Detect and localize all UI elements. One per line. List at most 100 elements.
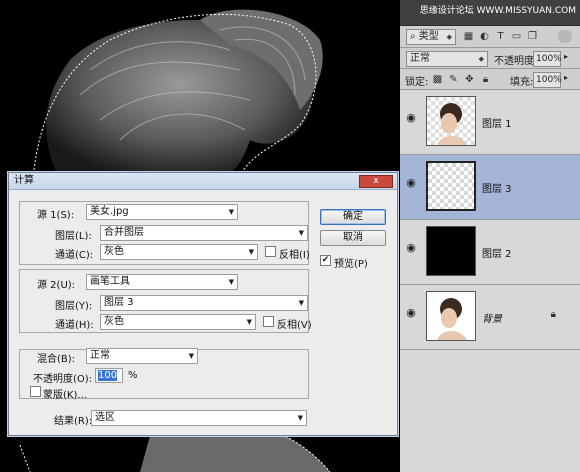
lock-pixels-icon[interactable]: ✎ bbox=[447, 73, 460, 86]
fill-label: 填充: bbox=[510, 77, 534, 88]
source2-select[interactable]: 画笔工具 ▼ bbox=[86, 274, 238, 290]
layer-filter-bar: ⌕ 类型 ◆ ▦ ◐ T ▭ ❐ bbox=[400, 26, 580, 48]
lock-all-icon[interactable]: 🔒︎ bbox=[479, 73, 492, 86]
source2-layer-label: 图层(Y): bbox=[55, 301, 93, 312]
source1-select[interactable]: 美女.jpg ▼ bbox=[86, 204, 238, 220]
chevron-down-icon: ▼ bbox=[297, 414, 303, 422]
layer-row[interactable]: ◉ 图层 1 bbox=[400, 90, 580, 155]
filter-toggle-icon[interactable] bbox=[558, 30, 572, 43]
layer-thumbnail bbox=[426, 291, 476, 341]
blending-select[interactable]: 正常 ▼ bbox=[86, 348, 198, 364]
source1-group: 源 1(S): 美女.jpg ▼ 图层(L): 合并图层 ▼ 通道(C): 灰色 ▼ … bbox=[19, 201, 310, 265]
source2-layer-select[interactable]: 图层 3 ▼ bbox=[100, 295, 308, 311]
result-select[interactable]: 选区 ▼ bbox=[91, 410, 307, 426]
source2-value: 画笔工具 bbox=[90, 276, 130, 287]
source1-channel-select[interactable]: 灰色 ▼ bbox=[100, 244, 258, 260]
search-icon: ⌕ bbox=[410, 31, 419, 42]
source1-layer-label: 图层(L): bbox=[55, 231, 92, 242]
opacity-input[interactable]: 100 bbox=[95, 368, 123, 383]
blending-label: 混合(B): bbox=[37, 354, 76, 365]
blend-mode-value: 正常 bbox=[410, 53, 430, 64]
preview-checkbox[interactable]: ✔ bbox=[320, 255, 331, 266]
source1-layer-select[interactable]: 合并图层 ▼ bbox=[100, 225, 308, 241]
layers-empty-area bbox=[400, 350, 580, 472]
smart-object-filter-icon[interactable]: ❐ bbox=[526, 30, 539, 43]
source1-invert-label: 反相(I) bbox=[279, 250, 310, 261]
opacity-label: 不透明度(O): bbox=[33, 374, 93, 385]
ok-button[interactable]: 确定 bbox=[320, 209, 386, 225]
mask-checkbox[interactable] bbox=[30, 386, 41, 397]
cancel-button[interactable]: 取消 bbox=[320, 230, 386, 246]
dialog-title: 计算 bbox=[14, 175, 34, 186]
layer-name[interactable]: 图层 1 bbox=[482, 115, 512, 130]
opacity-label: 不透明度: bbox=[494, 56, 538, 67]
chevron-down-icon: ◆ bbox=[446, 33, 452, 41]
shape-filter-icon[interactable]: ▭ bbox=[510, 30, 523, 43]
lock-transparency-icon[interactable]: ▩ bbox=[431, 73, 444, 86]
preview-label: 预览(P) bbox=[334, 259, 368, 270]
chevron-down-icon: ▼ bbox=[246, 318, 252, 326]
lock-icon: 🔒︎ bbox=[550, 309, 556, 320]
blending-group: 混合(B): 正常 ▼ 不透明度(O): 100 % 蒙版(K)... bbox=[19, 348, 309, 401]
blend-mode-select[interactable]: 正常 ◆ bbox=[406, 51, 488, 67]
close-icon: x bbox=[373, 176, 379, 186]
watermark-text: 思缘设计论坛 WWW.MISSYUAN.COM bbox=[419, 6, 576, 16]
filter-kind-select[interactable]: ⌕ 类型 ◆ bbox=[406, 29, 456, 45]
result-label: 结果(R): bbox=[54, 416, 93, 427]
opacity-unit: % bbox=[128, 370, 138, 381]
fill-input[interactable]: 100% bbox=[533, 72, 562, 88]
source2-channel-label: 通道(H): bbox=[55, 320, 94, 331]
layer-row-background[interactable]: ◉ 背景 🔒︎ bbox=[400, 285, 580, 350]
opacity-input[interactable]: 100% bbox=[533, 51, 562, 67]
chevron-down-icon: ▼ bbox=[298, 299, 304, 307]
chevron-down-icon: ▼ bbox=[298, 229, 304, 237]
blend-opacity-bar: 正常 ◆ 不透明度: 100% ▸ bbox=[400, 48, 580, 69]
layer-thumbnail bbox=[426, 96, 476, 146]
mask-label[interactable]: 蒙版(K)... bbox=[43, 386, 87, 401]
eye-icon[interactable]: ◉ bbox=[404, 307, 418, 319]
chevron-down-icon: ▼ bbox=[228, 278, 234, 286]
source2-invert-checkbox[interactable] bbox=[263, 316, 274, 327]
chevron-down-icon: ▼ bbox=[188, 352, 194, 360]
fill-arrow-icon[interactable]: ▸ bbox=[564, 73, 568, 82]
layer-row[interactable]: ◉ 图层 2 bbox=[400, 220, 580, 285]
blending-value: 正常 bbox=[90, 350, 110, 361]
layer-thumbnail bbox=[426, 161, 476, 211]
type-filter-icon[interactable]: T bbox=[494, 30, 507, 43]
source2-label: 源 2(U): bbox=[37, 280, 76, 291]
dialog-titlebar[interactable]: 计算 x bbox=[9, 173, 397, 190]
source2-invert-label: 反相(V) bbox=[277, 320, 312, 331]
layer-name[interactable]: 图层 3 bbox=[482, 180, 512, 195]
eye-icon[interactable]: ◉ bbox=[404, 177, 418, 189]
layer-thumbnail bbox=[426, 226, 476, 276]
lock-label: 锁定: bbox=[405, 77, 429, 88]
opacity-value: 100 bbox=[98, 370, 118, 381]
source1-invert-checkbox[interactable] bbox=[265, 246, 276, 257]
source1-channel-value: 灰色 bbox=[104, 246, 124, 257]
source1-label: 源 1(S): bbox=[37, 210, 75, 221]
calculations-dialog: 计算 x 源 1(S): 美女.jpg ▼ 图层(L): 合并图层 ▼ 通道(C):… bbox=[8, 172, 398, 436]
pixel-filter-icon[interactable]: ▦ bbox=[462, 30, 475, 43]
source1-value: 美女.jpg bbox=[90, 206, 129, 217]
result-value: 选区 bbox=[95, 412, 115, 423]
chevron-down-icon: ▼ bbox=[248, 248, 254, 256]
close-button[interactable]: x bbox=[359, 175, 393, 188]
eye-icon[interactable]: ◉ bbox=[404, 242, 418, 254]
source2-channel-select[interactable]: 灰色 ▼ bbox=[100, 314, 256, 330]
chevron-down-icon: ◆ bbox=[478, 55, 484, 63]
lock-position-icon[interactable]: ✥ bbox=[463, 73, 476, 86]
source1-layer-value: 合并图层 bbox=[104, 227, 144, 238]
opacity-arrow-icon[interactable]: ▸ bbox=[564, 52, 568, 61]
eye-icon[interactable]: ◉ bbox=[404, 112, 418, 124]
chevron-down-icon: ▼ bbox=[228, 208, 234, 216]
source1-channel-label: 通道(C): bbox=[55, 250, 94, 261]
adjustment-filter-icon[interactable]: ◐ bbox=[478, 30, 491, 43]
layer-row-active[interactable]: ◉ 图层 3 bbox=[400, 155, 580, 220]
layer-name[interactable]: 背景 bbox=[482, 310, 502, 325]
source2-group: 源 2(U): 画笔工具 ▼ 图层(Y): 图层 3 ▼ 通道(H): 灰色 ▼ 反相… bbox=[19, 269, 312, 333]
source2-channel-value: 灰色 bbox=[104, 316, 124, 327]
layer-name[interactable]: 图层 2 bbox=[482, 245, 512, 260]
source2-layer-value: 图层 3 bbox=[104, 297, 134, 308]
filter-kind-value: 类型 bbox=[418, 31, 439, 42]
lock-fill-bar: 锁定: ▩ ✎ ✥ 🔒︎ 填充: 100% ▸ bbox=[400, 69, 580, 90]
